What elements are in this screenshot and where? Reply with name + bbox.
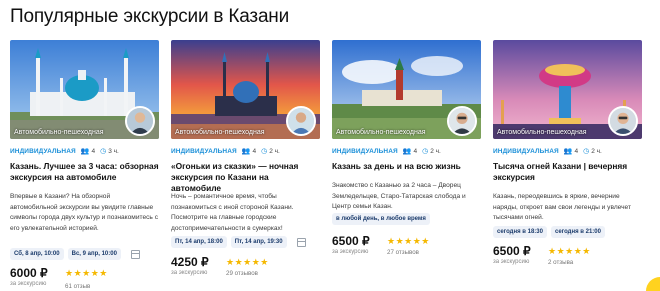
group-size: 4 bbox=[91, 147, 96, 155]
excursion-type: ИНДИВИДУАЛЬНАЯ bbox=[493, 147, 559, 155]
date-chip[interactable]: Пт, 14 апр, 18:00 bbox=[171, 236, 227, 248]
rating-stars: ★★★★★ bbox=[226, 257, 269, 267]
date-options: в любой день, в любое время bbox=[332, 213, 430, 225]
date-chip[interactable]: Пт, 14 апр, 19:30 bbox=[230, 236, 287, 248]
price-note: за экскурсию bbox=[493, 259, 530, 265]
excursion-cards: Автомобильно-пешеходная ИНДИВИДУАЛЬНАЯ 👥… bbox=[10, 40, 642, 291]
clock-icon: ◷ bbox=[100, 148, 107, 155]
duration: 2 ч. bbox=[430, 147, 441, 155]
rating-stars: ★★★★★ bbox=[387, 236, 430, 246]
excursion-title[interactable]: «Огоньки из сказки» — ночная экскурсия п… bbox=[171, 161, 320, 193]
people-icon: 👥 bbox=[241, 148, 251, 155]
excursion-title[interactable]: Казань. Лучшее за 3 часа: обзорная экску… bbox=[10, 161, 159, 183]
price: 4250 ₽ bbox=[171, 255, 209, 269]
price-note: за экскурсию bbox=[10, 281, 47, 287]
excursion-type: ИНДИВИДУАЛЬНАЯ bbox=[171, 147, 237, 155]
price-note: за экскурсию bbox=[332, 249, 369, 255]
reviews-count[interactable]: 2 отзыва bbox=[548, 259, 573, 266]
date-chip[interactable]: Вс, 9 апр, 10:00 bbox=[67, 248, 121, 260]
excursion-type: ИНДИВИДУАЛЬНАЯ bbox=[10, 147, 76, 155]
date-options: сегодня в 18:30 сегодня в 21:00 bbox=[493, 226, 605, 238]
group-size: 4 bbox=[574, 147, 579, 155]
excursion-description: Впервые в Казани? На обзорной автомобиль… bbox=[10, 193, 158, 232]
excursion-format-label: Автомобильно-пешеходная bbox=[336, 129, 426, 136]
excursion-title[interactable]: Тысяча огней Казани | вечерняя экскурсия bbox=[493, 161, 642, 183]
excursion-photo[interactable]: Автомобильно-пешеходная bbox=[171, 40, 320, 139]
duration: 3 ч. bbox=[108, 147, 119, 155]
excursion-type: ИНДИВИДУАЛЬНАЯ bbox=[332, 147, 398, 155]
chat-widget-button[interactable] bbox=[646, 277, 660, 291]
price-note: за экскурсию bbox=[171, 270, 208, 276]
date-options: Сб, 8 апр, 10:00 Вс, 9 апр, 10:00 bbox=[10, 248, 140, 260]
people-icon: 👥 bbox=[80, 148, 90, 155]
rating-stars: ★★★★★ bbox=[65, 268, 108, 278]
date-options: Пт, 14 апр, 18:00 Пт, 14 апр, 19:30 bbox=[171, 236, 306, 248]
calendar-icon[interactable] bbox=[130, 249, 140, 259]
people-icon: 👥 bbox=[402, 148, 412, 155]
excursion-format-label: Автомобильно-пешеходная bbox=[497, 129, 587, 136]
excursion-title[interactable]: Казань за день и на всю жизнь bbox=[332, 161, 481, 172]
price: 6500 ₽ bbox=[332, 234, 370, 248]
excursion-photo[interactable]: Автомобильно-пешеходная bbox=[493, 40, 642, 139]
calendar-icon[interactable] bbox=[296, 237, 306, 247]
excursion-description: Ночь – романтичное время, чтобы познаком… bbox=[171, 193, 294, 232]
guide-avatar[interactable] bbox=[608, 106, 638, 136]
people-icon: 👥 bbox=[563, 148, 573, 155]
excursion-format-label: Автомобильно-пешеходная bbox=[175, 129, 265, 136]
group-size: 4 bbox=[413, 147, 418, 155]
clock-icon: ◷ bbox=[422, 148, 429, 155]
excursion-photo[interactable]: Автомобильно-пешеходная bbox=[332, 40, 481, 139]
group-size: 4 bbox=[252, 147, 257, 155]
clock-icon: ◷ bbox=[261, 148, 268, 155]
reviews-count[interactable]: 27 отзывов bbox=[387, 249, 419, 256]
guide-avatar[interactable] bbox=[125, 106, 155, 136]
duration: 2 ч. bbox=[591, 147, 602, 155]
excursion-format-label: Автомобильно-пешеходная bbox=[14, 129, 104, 136]
excursion-photo[interactable]: Автомобильно-пешеходная bbox=[10, 40, 159, 139]
price: 6000 ₽ bbox=[10, 266, 48, 280]
guide-avatar[interactable] bbox=[447, 106, 477, 136]
guide-avatar[interactable] bbox=[286, 106, 316, 136]
reviews-count[interactable]: 61 отзыв bbox=[65, 283, 90, 290]
clock-icon: ◷ bbox=[583, 148, 590, 155]
excursion-card[interactable]: Автомобильно-пешеходная ИНДИВИДУАЛЬНАЯ 👥… bbox=[493, 40, 642, 291]
price: 6500 ₽ bbox=[493, 244, 531, 258]
excursion-card[interactable]: Автомобильно-пешеходная ИНДИВИДУАЛЬНАЯ 👥… bbox=[10, 40, 159, 291]
excursion-description: Знакомство с Казанью за 2 часа – Дворец … bbox=[332, 182, 466, 210]
duration: 2 ч. bbox=[269, 147, 280, 155]
page-title: Популярные экскурсии в Казани bbox=[10, 6, 290, 27]
rating-stars: ★★★★★ bbox=[548, 246, 591, 256]
date-chip[interactable]: сегодня в 21:00 bbox=[550, 226, 605, 238]
excursion-card[interactable]: Автомобильно-пешеходная ИНДИВИДУАЛЬНАЯ 👥… bbox=[171, 40, 320, 291]
date-chip[interactable]: в любой день, в любое время bbox=[332, 213, 430, 225]
date-chip[interactable]: сегодня в 18:30 bbox=[493, 226, 547, 238]
date-chip[interactable]: Сб, 8 апр, 10:00 bbox=[10, 248, 64, 260]
excursion-description: Казань, переодевшись в яркие, вечерние н… bbox=[493, 193, 632, 221]
reviews-count[interactable]: 29 отзывов bbox=[226, 270, 258, 277]
excursion-card[interactable]: Автомобильно-пешеходная ИНДИВИДУАЛЬНАЯ 👥… bbox=[332, 40, 481, 291]
